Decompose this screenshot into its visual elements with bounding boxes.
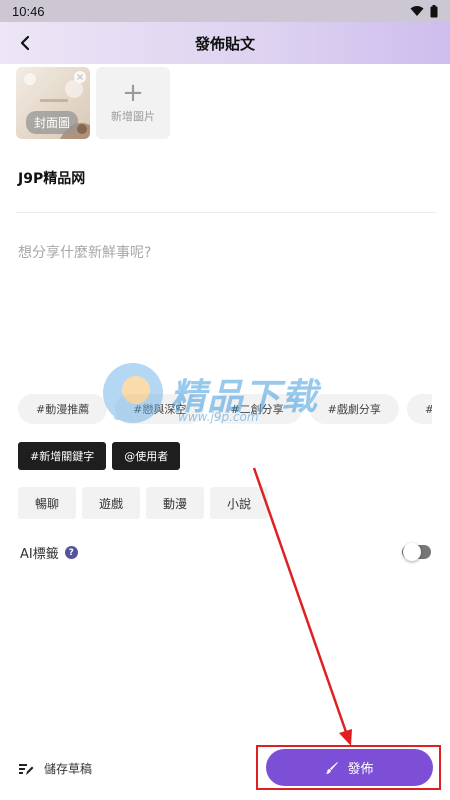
chevron-left-icon — [20, 35, 30, 51]
suggested-tags: #動漫推薦 #戀與深空 #二創分享 #戲劇分享 #BL推 — [18, 394, 432, 426]
ai-tags-toggle[interactable] — [402, 543, 431, 561]
save-draft-button[interactable]: 儲存草稿 — [18, 760, 92, 777]
plus-icon: + — [122, 78, 144, 108]
brush-icon — [326, 761, 339, 774]
status-bar: 10:46 — [0, 0, 450, 22]
tag-chip[interactable]: #戲劇分享 — [309, 394, 399, 424]
draft-edit-icon — [19, 763, 34, 775]
category-button[interactable]: 遊戲 — [82, 487, 140, 519]
cover-image-tile[interactable]: 封面圖 — [16, 67, 90, 139]
add-keyword-button[interactable]: #新增關鍵字 — [18, 442, 107, 470]
category-button[interactable]: 暢聊 — [18, 487, 76, 519]
add-image-label: 新增圖片 — [111, 110, 155, 123]
tag-chip[interactable]: #戀與深空 — [115, 394, 205, 424]
back-button[interactable] — [12, 30, 38, 56]
page-title: 發佈貼文 — [194, 34, 255, 53]
tag-chip[interactable]: #動漫推薦 — [18, 394, 108, 424]
post-title-field[interactable]: J9P精品网 — [18, 168, 85, 188]
post-content-input[interactable] — [18, 242, 432, 362]
publish-button[interactable]: 發佈 — [266, 749, 433, 786]
status-time: 10:46 — [12, 3, 45, 19]
battery-icon — [430, 4, 438, 17]
tag-actions: #新增關鍵字 @使用者 — [18, 442, 181, 470]
cover-label: 封面圖 — [26, 111, 79, 134]
ai-tags-row: AI標籤 ? — [20, 543, 78, 562]
divider — [16, 212, 436, 213]
remove-image-icon[interactable] — [74, 71, 86, 83]
wifi-icon — [410, 6, 424, 16]
app-header: 發佈貼文 — [0, 22, 450, 64]
ai-tags-label: AI標籤 — [20, 547, 59, 562]
mention-user-button[interactable]: @使用者 — [112, 442, 181, 470]
tag-chip[interactable]: #BL推 — [406, 394, 432, 424]
save-draft-label: 儲存草稿 — [44, 762, 93, 776]
add-image-button[interactable]: + 新增圖片 — [96, 67, 170, 139]
tag-chip[interactable]: #二創分享 — [212, 394, 302, 424]
category-selector: 暢聊 遊戲 動漫 小說 — [18, 487, 268, 519]
toggle-knob — [403, 543, 421, 561]
category-button[interactable]: 小說 — [210, 487, 268, 519]
publish-label: 發佈 — [347, 762, 374, 777]
status-icons — [410, 4, 438, 18]
category-button[interactable]: 動漫 — [146, 487, 204, 519]
help-icon[interactable]: ? — [64, 546, 78, 559]
